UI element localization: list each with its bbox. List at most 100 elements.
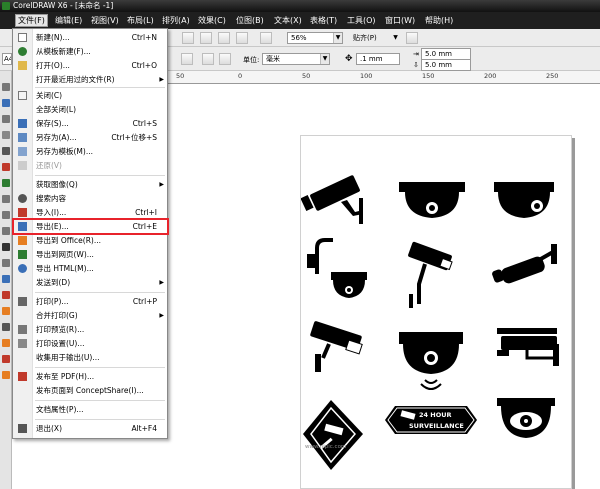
nudge-distance-input[interactable]: .1 mm xyxy=(356,53,400,65)
outline-tool-icon[interactable] xyxy=(2,339,10,347)
units-select[interactable]: 毫米 ▼ xyxy=(262,53,330,65)
pick-tool-icon[interactable] xyxy=(2,83,10,91)
interactive-fill-tool-icon[interactable] xyxy=(2,371,10,379)
menu-effects[interactable]: 效果(C) xyxy=(196,14,228,27)
menu-item-label: 打开(O)... xyxy=(36,61,70,70)
camera-artwork: 24 HOUR SURVEILLANCE www.nipic.com xyxy=(300,175,559,470)
ellipse-tool-icon[interactable] xyxy=(2,211,10,219)
ruler-label: 100 xyxy=(360,72,373,80)
import-icon[interactable] xyxy=(182,32,194,44)
menu-item-save-as-template[interactable]: 另存为模板(M)... xyxy=(14,145,167,158)
polygon-tool-icon[interactable] xyxy=(2,227,10,235)
menu-item-print-setup[interactable]: 打印设置(U)... xyxy=(14,337,167,350)
application-launcher-icon[interactable] xyxy=(218,32,230,44)
interactive-blend-tool-icon[interactable] xyxy=(2,307,10,315)
menu-item-save-as[interactable]: 另存为(A)... Ctrl+位移+S xyxy=(14,131,167,144)
menu-edit[interactable]: 编辑(E) xyxy=(53,14,84,27)
menu-item-open-recent[interactable]: 打开最近用过的文件(R) ▶ xyxy=(14,73,167,86)
artistic-media-tool-icon[interactable] xyxy=(2,163,10,171)
menu-item-export[interactable]: 导出(E)... Ctrl+E xyxy=(12,218,169,235)
menu-text[interactable]: 文本(X) xyxy=(272,14,304,27)
fill-tool-icon[interactable] xyxy=(2,355,10,363)
menu-item-label: 保存(S)... xyxy=(36,119,69,128)
duplicate-distance-y-input[interactable]: 5.0 mm xyxy=(421,59,471,71)
menu-item-document-properties[interactable]: 文档属性(P)... xyxy=(14,403,167,416)
snap-to-menu[interactable]: 贴齐(P) ▼ xyxy=(349,32,401,44)
menu-arrange[interactable]: 排列(A) xyxy=(160,14,192,27)
menu-window[interactable]: 窗口(W) xyxy=(383,14,417,27)
warning-sign-icon xyxy=(303,400,363,470)
dome-camera-icon xyxy=(399,182,465,218)
menu-table[interactable]: 表格(T) xyxy=(308,14,339,27)
menu-item-shortcut: Alt+F4 xyxy=(131,424,157,433)
current-page-icon[interactable] xyxy=(219,53,231,65)
menu-item-open[interactable]: 打开(O)... Ctrl+O xyxy=(14,59,167,72)
text-tool-icon[interactable] xyxy=(2,243,10,251)
print-setup-icon xyxy=(18,339,27,348)
dimension-tool-icon[interactable] xyxy=(2,275,10,283)
menu-item-publish-to-pdf[interactable]: 发布至 PDF(H)... xyxy=(14,370,167,383)
menu-item-exit[interactable]: 退出(X) Alt+F4 xyxy=(14,422,167,435)
freehand-tool-icon[interactable] xyxy=(2,147,10,155)
menu-view[interactable]: 视图(V) xyxy=(89,14,121,27)
box-camera-icon xyxy=(497,328,559,366)
badge-text-24-hour: 24 HOUR xyxy=(419,411,452,419)
menu-item-label: 全部关闭(L) xyxy=(36,105,77,114)
menu-item-print-merge[interactable]: 合并打印(G) ▶ xyxy=(14,309,167,322)
menu-item-export-html[interactable]: 导出 HTML(M)... xyxy=(14,262,167,275)
eyedropper-tool-icon[interactable] xyxy=(2,323,10,331)
menu-item-label: 导入(I)... xyxy=(36,208,67,217)
menu-item-print[interactable]: 打印(P)... Ctrl+P xyxy=(14,295,167,308)
zoom-level-select[interactable]: 56% ▼ xyxy=(287,32,343,44)
rectangle-tool-icon[interactable] xyxy=(2,195,10,203)
badge-text-surveillance: SURVEILLANCE xyxy=(409,422,464,430)
export-to-office-icon xyxy=(18,236,27,245)
close-document-icon xyxy=(18,91,27,100)
import-icon xyxy=(18,208,27,217)
zoom-tool-icon[interactable] xyxy=(2,131,10,139)
menu-item-close[interactable]: 关闭(C) xyxy=(14,89,167,102)
menu-item-close-all[interactable]: 全部关闭(L) xyxy=(14,103,167,116)
connector-tool-icon[interactable] xyxy=(2,291,10,299)
paper-size-select[interactable]: A4 xyxy=(2,53,12,65)
menu-item-export-to-office[interactable]: 导出到 Office(R)... xyxy=(14,234,167,247)
menu-item-new-from-template[interactable]: 从模板新建(F)... xyxy=(14,45,167,58)
menu-item-publish-to-conceptshare[interactable]: 发布页面到 ConceptShare(I)... xyxy=(14,384,167,397)
smart-fill-tool-icon[interactable] xyxy=(2,179,10,187)
menu-item-label: 获取图像(Q) xyxy=(36,180,78,189)
chevron-down-icon: ▼ xyxy=(333,33,342,43)
document-page[interactable]: 24 HOUR SURVEILLANCE www.nipic.com xyxy=(300,135,572,489)
options-icon[interactable] xyxy=(406,32,418,44)
duplicate-y-icon: ⇩ xyxy=(413,61,419,69)
menu-item-acquire-image[interactable]: 获取图像(Q) ▶ xyxy=(14,178,167,191)
menu-item-label: 发送到(D) xyxy=(36,278,71,287)
menu-tools[interactable]: 工具(O) xyxy=(345,14,378,27)
crop-tool-icon[interactable] xyxy=(2,115,10,123)
menu-item-collect-for-output[interactable]: 收集用于输出(U)... xyxy=(14,351,167,364)
menu-file[interactable]: 文件(F) xyxy=(15,14,48,27)
table-tool-icon[interactable] xyxy=(2,259,10,267)
menu-item-import[interactable]: 导入(I)... Ctrl+I xyxy=(14,206,167,219)
menu-bitmaps[interactable]: 位图(B) xyxy=(234,14,266,27)
menu-item-new[interactable]: 新建(N)... Ctrl+N xyxy=(14,31,167,44)
corel-connect-icon[interactable] xyxy=(260,32,272,44)
search-content-icon xyxy=(18,194,27,203)
menu-item-label: 导出(E)... xyxy=(36,222,69,231)
menu-item-save[interactable]: 保存(S)... Ctrl+S xyxy=(14,117,167,130)
portrait-icon[interactable] xyxy=(181,53,193,65)
menu-item-print-preview[interactable]: 打印预览(R)... xyxy=(14,323,167,336)
menu-layout[interactable]: 布局(L) xyxy=(125,14,156,27)
menu-item-shortcut: Ctrl+E xyxy=(132,222,157,231)
save-as-icon xyxy=(18,133,27,142)
exit-icon xyxy=(18,424,27,433)
menu-item-label: 从模板新建(F)... xyxy=(36,47,91,56)
export-icon[interactable] xyxy=(200,32,212,44)
menu-item-export-for-web[interactable]: 导出到网页(W)... xyxy=(14,248,167,261)
menu-item-send-to[interactable]: 发送到(D) ▶ xyxy=(14,276,167,289)
menu-help[interactable]: 帮助(H) xyxy=(423,14,455,27)
welcome-screen-icon[interactable] xyxy=(236,32,248,44)
shape-tool-icon[interactable] xyxy=(2,99,10,107)
menu-item-search-content[interactable]: 搜索内容 xyxy=(14,192,167,205)
all-pages-icon[interactable] xyxy=(202,53,214,65)
menu-item-shortcut: Ctrl+位移+S xyxy=(111,133,157,142)
